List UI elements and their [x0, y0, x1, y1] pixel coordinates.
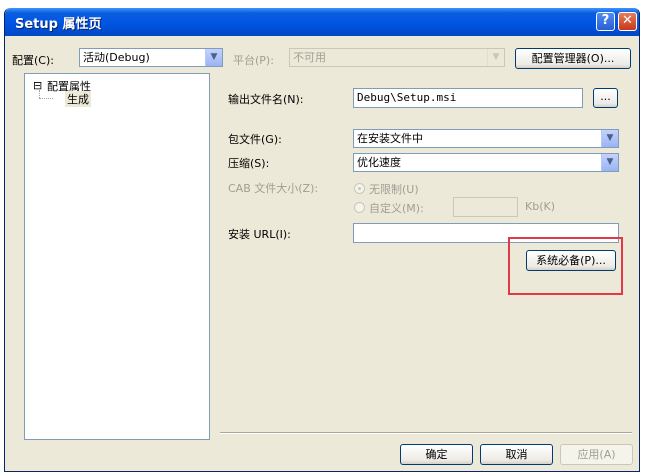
- unlimited-radio[interactable]: [354, 183, 365, 194]
- output-label: 输出文件名(N):: [228, 93, 304, 106]
- browse-button[interactable]: ...: [593, 88, 618, 108]
- platform-label: 平台(P):: [233, 54, 274, 67]
- tree-line: [39, 98, 53, 100]
- package-select[interactable]: 在安装文件中 ▼: [353, 129, 619, 148]
- config-value: 活动(Debug): [83, 51, 150, 64]
- platform-select[interactable]: 不可用 ▼: [289, 48, 505, 67]
- title-bar[interactable]: Setup 属性页 ? ✕: [5, 8, 639, 36]
- chevron-down-icon[interactable]: ▼: [601, 154, 618, 171]
- config-label: 配置(C):: [12, 54, 54, 67]
- unlimited-label: 无限制(U): [369, 183, 419, 196]
- custom-size-input[interactable]: [453, 197, 518, 217]
- package-label: 包文件(G):: [228, 133, 282, 146]
- compress-label: 压缩(S):: [228, 157, 270, 170]
- config-select[interactable]: 活动(Debug) ▼: [79, 48, 223, 67]
- cab-size-label: CAB 文件大小(Z):: [228, 182, 319, 195]
- install-url-label: 安装 URL(I):: [228, 228, 291, 241]
- custom-radio[interactable]: [354, 202, 365, 213]
- chevron-down-icon[interactable]: ▼: [601, 130, 618, 147]
- cancel-button[interactable]: 取消: [480, 444, 553, 465]
- chevron-down-icon: ▼: [487, 49, 504, 66]
- annotation-highlight-box: [508, 237, 623, 295]
- kb-label: Kb(K): [525, 200, 555, 213]
- platform-value: 不可用: [293, 51, 326, 64]
- settings-tree: ⊟ 配置属性 生成: [24, 73, 210, 440]
- radio-selected-dot: [358, 187, 361, 190]
- chevron-down-icon[interactable]: ▼: [205, 49, 222, 66]
- custom-label: 自定义(M):: [369, 202, 424, 215]
- tree-line: [39, 90, 41, 98]
- tree-item-build[interactable]: 生成: [65, 91, 91, 107]
- compress-value: 优化速度: [357, 156, 401, 169]
- footer-separator: [220, 432, 632, 434]
- help-button[interactable]: ?: [596, 12, 615, 31]
- ok-button[interactable]: 确定: [400, 444, 473, 465]
- config-manager-button[interactable]: 配置管理器(O)...: [515, 48, 631, 69]
- package-value: 在安装文件中: [357, 132, 423, 145]
- apply-button[interactable]: 应用(A): [560, 444, 633, 465]
- window-title: Setup 属性页: [15, 17, 102, 32]
- output-filename-input[interactable]: Debug\Setup.msi: [353, 88, 583, 108]
- close-button[interactable]: ✕: [618, 12, 637, 31]
- compress-select[interactable]: 优化速度 ▼: [353, 153, 619, 172]
- properties-dialog: Setup 属性页 ? ✕ 配置(C): 活动(Debug) ▼ 平台(P): …: [4, 8, 640, 472]
